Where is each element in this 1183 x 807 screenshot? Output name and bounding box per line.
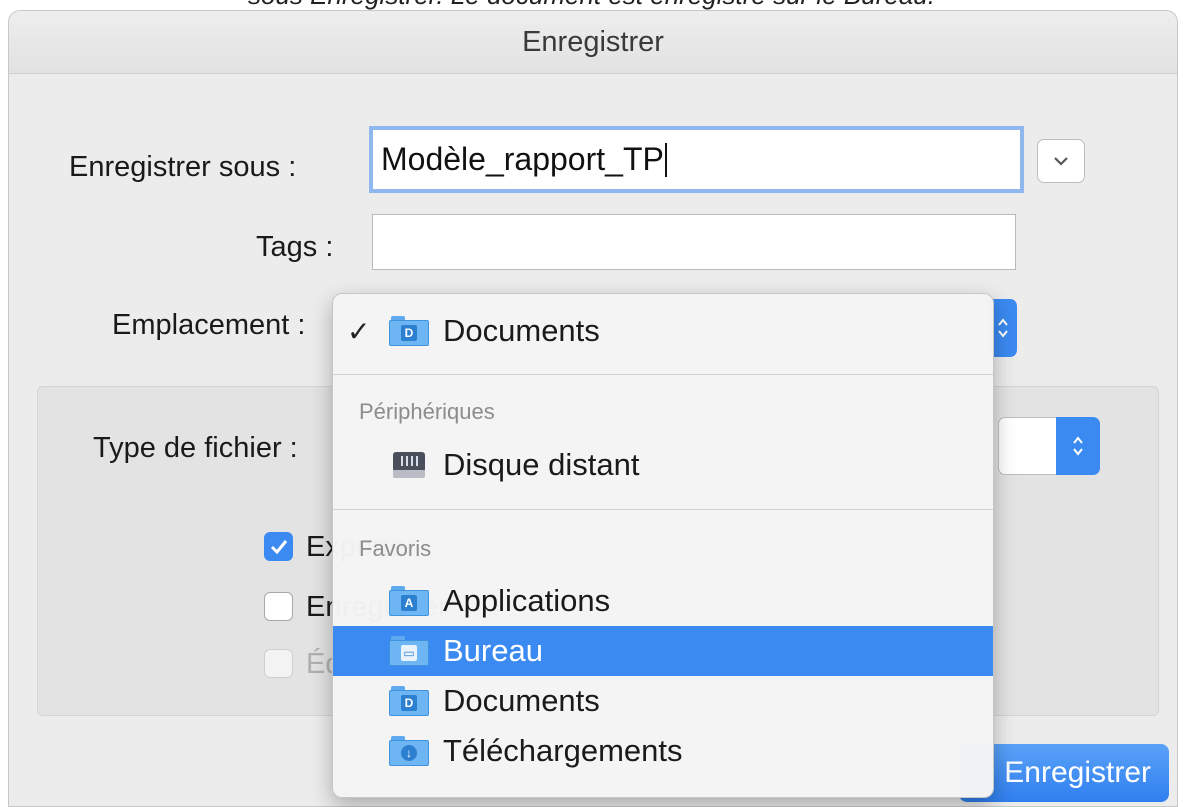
tags-label: Tags :: [256, 231, 334, 263]
up-down-arrows-icon: [1073, 436, 1083, 456]
menu-item-applications[interactable]: A Applications: [333, 576, 993, 626]
menu-item-label: Applications: [443, 583, 611, 618]
dialog-title: Enregistrer: [9, 11, 1177, 74]
filename-value: Modèle_rapport_TP: [381, 141, 664, 177]
chevron-down-icon: [1054, 157, 1068, 166]
caption-text: sous Enregistrer. Le document est enregi…: [0, 0, 1183, 10]
menu-item-label: Téléchargements: [443, 733, 683, 768]
downloads-folder-icon: ↓: [389, 736, 429, 766]
menu-item-downloads[interactable]: ↓ Téléchargements: [333, 726, 993, 776]
option-checkbox-2[interactable]: [264, 592, 293, 621]
tags-input[interactable]: [372, 214, 1016, 270]
menu-item-label: Documents: [443, 313, 600, 348]
applications-folder-icon: A: [389, 586, 429, 616]
documents-folder-icon: D: [389, 316, 429, 346]
menu-item-desktop[interactable]: ▭ Bureau: [333, 626, 993, 676]
menu-item-label: Documents: [443, 683, 600, 718]
remote-disk-icon: [389, 450, 429, 480]
up-down-arrows-icon: [998, 318, 1008, 338]
menu-item-current-documents[interactable]: ✓ D Documents: [333, 306, 993, 356]
option-checkbox-3: [264, 649, 293, 678]
file-type-popup[interactable]: [998, 417, 1058, 475]
option-checkbox-1[interactable]: [264, 532, 293, 561]
checkmark-icon: ✓: [347, 315, 371, 347]
file-type-label: Type de fichier :: [93, 432, 298, 464]
section-devices: Périphériques: [359, 399, 495, 424]
checkmark-icon: [270, 539, 287, 554]
menu-item-label: Bureau: [443, 633, 543, 668]
expand-dialog-button[interactable]: [1037, 139, 1085, 183]
filename-input[interactable]: Modèle_rapport_TP: [369, 126, 1024, 193]
menu-item-label: Disque distant: [443, 447, 640, 482]
save-as-label: Enregistrer sous :: [69, 151, 297, 183]
menu-separator: [333, 509, 993, 510]
file-type-stepper[interactable]: [1056, 417, 1100, 475]
menu-separator: [333, 374, 993, 375]
text-caret: [664, 142, 667, 177]
documents-folder-icon: D: [389, 686, 429, 716]
section-favorites: Favoris: [359, 536, 432, 561]
menu-item-documents[interactable]: D Documents: [333, 676, 993, 726]
menu-item-remote-disk[interactable]: Disque distant: [333, 440, 993, 490]
location-menu: ✓ D Documents Périphériques Disque dista…: [332, 293, 994, 798]
location-label: Emplacement :: [112, 309, 306, 341]
desktop-folder-icon: ▭: [389, 636, 429, 666]
